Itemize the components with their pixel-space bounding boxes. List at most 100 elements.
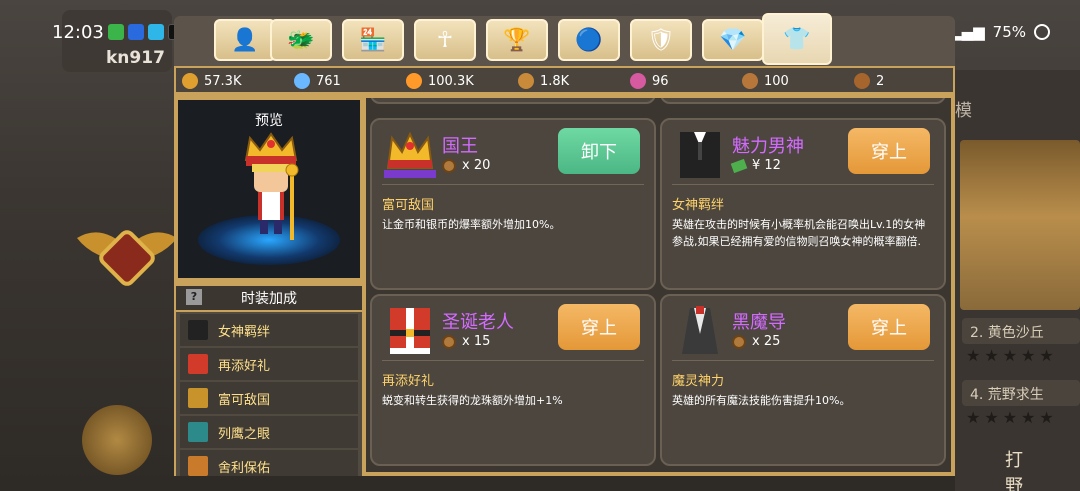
costume-thumb-icon [188, 354, 208, 374]
resource-orange-orb: 100.3K [406, 73, 474, 89]
gear-shard-icon [742, 73, 758, 89]
costume-name: 圣诞老人 [442, 312, 514, 333]
costume-card: 魅力男神 ¥ 12 穿上女神羁绊英雄在攻击的时候有小概率机会能召唤出Lv.1的女神参… [660, 118, 946, 290]
divider [382, 360, 644, 361]
background-stage-row: 2. 黄色沙丘 [962, 318, 1080, 344]
costume-skill-desc: 蜕变和转生获得的龙珠额外增加+1% [382, 394, 563, 407]
bronze-coin-icon [442, 158, 456, 173]
equip-button[interactable]: 穿上 [848, 304, 930, 350]
shield-gem-icon: 🛡 [647, 27, 675, 53]
cost-value: x 20 [462, 158, 491, 173]
orb-icon: 🔵 [575, 27, 603, 53]
shop-icon: 🏪 [359, 27, 387, 53]
tab-shield-gem[interactable]: 🛡 [630, 19, 692, 61]
costume-name: 国王 [442, 136, 478, 157]
costume-skill-desc: 让金币和银币的爆率额外增加10%。 [382, 218, 561, 231]
cost-value: x 25 [752, 334, 781, 349]
divider [382, 184, 644, 185]
bonus-label: 富可敌国 [218, 392, 271, 408]
bonus-item[interactable]: 再添好礼 [180, 348, 358, 380]
resource-value: 761 [316, 73, 341, 89]
bonus-item[interactable]: 列鹰之眼 [180, 416, 358, 448]
costume-cost: ¥ 12 [730, 158, 781, 173]
background-badge-icon [82, 405, 152, 475]
costume-skill-name: 富可敌国 [382, 198, 435, 213]
costume-card-partial [370, 98, 656, 104]
tab-orb[interactable]: 🔵 [558, 19, 620, 61]
preview-title: 预览 [255, 113, 283, 129]
equip-button[interactable]: 穿上 [848, 128, 930, 174]
divider [672, 360, 934, 361]
costume-skill-name: 魔灵神力 [672, 374, 725, 389]
costume-icon [674, 304, 726, 356]
costume-skill-name: 再添好礼 [382, 374, 435, 389]
bonus-label: 舍利保佑 [218, 460, 271, 476]
divider [672, 184, 934, 185]
resource-value: 57.3K [204, 73, 242, 89]
help-icon[interactable]: ? [186, 289, 202, 305]
tab-shop[interactable]: 🏪 [342, 19, 404, 61]
costume-cost: x 25 [732, 334, 780, 349]
background-hunt-button[interactable]: 打野 [965, 438, 1080, 491]
unequip-button[interactable]: 卸下 [558, 128, 640, 174]
bonus-label: 列鹰之眼 [218, 426, 271, 442]
resource-value: 100.3K [428, 73, 474, 89]
bonus-label: 再添好礼 [218, 358, 271, 374]
costume-card: 国王 x 20 卸下富可敌国让金币和银币的爆率额外增加10%。 [370, 118, 656, 290]
bonus-item[interactable]: 女神羁绊 [180, 314, 358, 346]
trophy-icon: 🏆 [503, 27, 531, 53]
tab-ankh[interactable]: ☥ [414, 19, 476, 61]
costume-cost: x 15 [442, 334, 490, 349]
bonus-item[interactable]: 富可敌国 [180, 382, 358, 414]
tab-dragon[interactable]: 🐲 [270, 19, 332, 61]
star-shard-icon [518, 73, 534, 89]
dragon-icon: 🐲 [287, 27, 315, 53]
bronze-coin-icon [732, 334, 746, 349]
resource-value: 1.8K [540, 73, 570, 89]
costume-card-partial [660, 98, 946, 104]
costume-thumb-icon [188, 388, 208, 408]
resource-bronze-coin: 2 [854, 73, 884, 89]
tab-trophy[interactable]: 🏆 [486, 19, 548, 61]
stage-stars-icon: ★★★★★ [966, 408, 1058, 427]
equip-button[interactable]: 穿上 [558, 304, 640, 350]
costume-dialog: 👤 🐲 🏪 ☥ 🏆 🔵 🛡 💎 👕 57.3K 761 100.3K 1.8K 96 100 2 预览 ? … [170, 13, 955, 476]
gold-coin-icon [182, 73, 198, 89]
resource-pink-crystal: 96 [630, 73, 669, 89]
bonus-item[interactable]: 舍利保佑 [180, 450, 358, 476]
diamond-icon [294, 73, 310, 89]
background-username: kn917 [106, 48, 165, 68]
bonus-list[interactable]: 女神羁绊再添好礼富可敌国列鹰之眼舍利保佑 [176, 312, 362, 476]
bonus-title: 时装加成 [241, 291, 297, 307]
resource-diamond: 761 [294, 73, 341, 89]
tab-crystal[interactable]: 💎 [702, 19, 764, 61]
ticket-icon [730, 158, 748, 173]
background-right-title: 模 [955, 101, 972, 121]
costume-thumb-icon [188, 456, 208, 476]
ankh-icon: ☥ [436, 27, 454, 53]
costume-preview: 预览 [176, 98, 362, 280]
costume-grid[interactable]: 国王 x 20 卸下 富可敌国 让金币和银币的爆率额外增加10%。 魅力男神 ¥ 12 穿上女… [366, 98, 951, 472]
bronze-coin-icon [854, 73, 870, 89]
cost-value: ¥ 12 [752, 158, 781, 173]
costume-skill-desc: 英雄在攻击的时候有小概率机会能召唤出Lv.1的女神参战,如果已经拥有爱的信物则召… [672, 218, 926, 248]
costume-cost: x 20 [442, 158, 490, 173]
costume-icon [384, 304, 436, 356]
orange-orb-icon [406, 73, 422, 89]
costume-icon [384, 128, 436, 180]
costume-thumb-icon [188, 320, 208, 340]
costume-skill-name: 女神羁绊 [672, 198, 725, 213]
bonus-label: 女神羁绊 [218, 324, 271, 340]
pink-crystal-icon [630, 73, 646, 89]
costume-name: 魅力男神 [732, 136, 804, 157]
tab-person[interactable]: 👤 [214, 19, 276, 61]
bronze-coin-icon [442, 334, 456, 349]
shirt-icon: 👕 [783, 26, 811, 52]
tab-shirt[interactable]: 👕 [762, 13, 832, 65]
hero-avatar [244, 132, 299, 240]
bonus-header: ? 时装加成 [176, 286, 362, 310]
resource-value: 96 [652, 73, 669, 89]
crystal-icon: 💎 [719, 27, 747, 53]
resource-bar: 57.3K 761 100.3K 1.8K 96 100 2 [174, 66, 955, 94]
person-icon: 👤 [231, 27, 259, 53]
